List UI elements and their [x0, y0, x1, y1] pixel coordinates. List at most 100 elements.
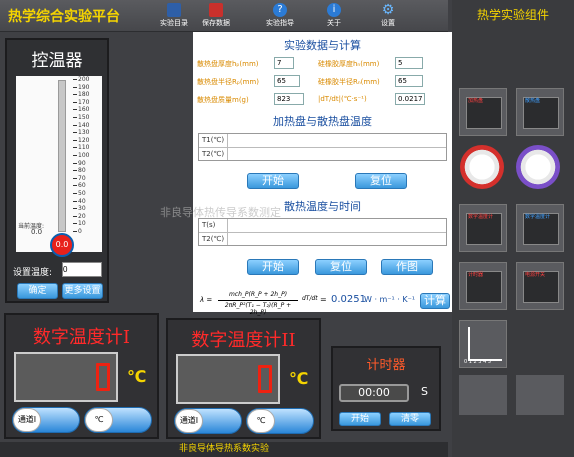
cooling-disk-component[interactable]: 散热盘: [516, 88, 564, 136]
divider: [227, 134, 228, 160]
gear-icon: ⚙: [381, 2, 395, 18]
thermometer-2-unit: ℃: [289, 369, 309, 388]
toolbar-label: 保存数据: [202, 19, 230, 27]
set-temp-input[interactable]: [62, 262, 102, 277]
timer-start-button[interactable]: 开始: [339, 412, 381, 426]
thermometer-ticks: 200 190 180 170 160 150 140 130 120 110 100 90 80 70 6…: [73, 77, 103, 235]
field-label: |dT/dt|(℃·s⁻¹): [318, 95, 367, 103]
calculate-button[interactable]: 计算: [420, 293, 450, 309]
timer-panel: 计时器 00:00 S 开始 清零: [331, 346, 441, 431]
scale-tick: 90: [73, 160, 86, 167]
cooling-rate-input[interactable]: 0.0217: [395, 93, 425, 105]
cooling-data-table: T(s) T2(℃): [198, 218, 447, 246]
scale-tick: 130: [73, 130, 89, 136]
thermometer-bulb: 0.0: [50, 233, 74, 257]
timer-title: 计时器: [366, 358, 406, 373]
thermometer-1-display: [14, 352, 118, 402]
field-label: 硅橡胶厚度hₙ(mm): [318, 60, 380, 68]
rubber-radius-input[interactable]: 65: [395, 75, 423, 87]
scale-tick: 80: [73, 168, 86, 174]
scale-tick: 200: [73, 77, 89, 83]
save-icon: [209, 3, 223, 17]
app-title: 热学综合实验平台: [8, 9, 120, 25]
formula-denominator: 2πR_P²(T₁ − T₂)(R_P + 2h_P): [224, 302, 292, 316]
cooling-start-button[interactable]: 开始: [247, 259, 299, 275]
help-icon: ?: [273, 3, 287, 17]
status-bar: 非良导体导热系数实验: [0, 442, 448, 457]
temp-start-button[interactable]: 开始: [247, 173, 299, 189]
thermometer-1-panel: 数字温度计I ℃ 通道I ℃: [4, 313, 159, 439]
digit-segment: [96, 363, 110, 391]
more-settings-button[interactable]: 更多设置: [62, 283, 103, 299]
disk-radius-input[interactable]: 65: [274, 75, 300, 87]
toolbar-about-button[interactable]: i 关于: [312, 2, 356, 28]
watermark: 非良导体热传导系数测定: [160, 206, 281, 219]
scale-tick: 150: [73, 115, 89, 121]
thermostat-panel: 控温器 200 190 180 170 160 150 140 130 120 110 100 90 8…: [5, 38, 109, 303]
field-label: 硅橡胶半径Rₙ(mm): [318, 78, 380, 86]
timer-unit: S: [421, 385, 428, 398]
result-value: 0.0251: [331, 294, 366, 305]
toolbar-label: 实验目录: [160, 19, 188, 27]
switch-module-component[interactable]: 电源开关: [516, 262, 564, 310]
divider: [227, 219, 228, 245]
thermometer-2-title: 数字温度计II: [191, 330, 296, 351]
plot-button[interactable]: 作图: [381, 259, 433, 275]
disk-mass-input[interactable]: 823: [274, 93, 304, 105]
scale-tick: 20: [73, 213, 86, 220]
component-label: 数字温度计: [525, 214, 551, 220]
thermometer-1-title: 数字温度计I: [32, 327, 131, 348]
toolbar-catalog-button[interactable]: 实验目录: [152, 2, 196, 28]
thermometer-module-component[interactable]: 数字温度计: [459, 204, 507, 252]
rubber-thickness-input[interactable]: 5: [395, 57, 423, 69]
divider: [199, 232, 446, 233]
unit-knob: ℃: [85, 408, 113, 432]
scale-tick: 180: [73, 92, 89, 98]
cooling-reset-button[interactable]: 复位: [315, 259, 367, 275]
field-label: 散热盘质量m(g): [197, 96, 249, 104]
component-label: 0 1 2 3 4 5: [464, 359, 492, 365]
equals-sign: =: [320, 295, 327, 304]
heater-disk-component[interactable]: 加热盘: [459, 88, 507, 136]
temp-section-heading: 加热盘与散热盘温度: [273, 115, 372, 128]
timer-module-component[interactable]: 计时器: [459, 262, 507, 310]
red-gauge-icon[interactable]: [460, 145, 504, 189]
chart-module-component[interactable]: 0 1 2 3 4 5: [459, 320, 507, 368]
thermometer-2-panel: 数字温度计II ℃ 通道I ℃: [166, 318, 321, 439]
purple-gauge-icon[interactable]: [516, 145, 560, 189]
toolbar-label: 实验指导: [266, 19, 294, 27]
unit-knob: ℃: [247, 409, 275, 433]
result-unit: W · m⁻¹ · K⁻¹: [364, 295, 416, 304]
scale-tick: 110: [73, 145, 89, 151]
thermostat-title: 控温器: [31, 51, 83, 71]
empty-slot: [459, 375, 507, 415]
thermometer-module2-component[interactable]: 数字温度计: [516, 204, 564, 252]
thermometer-2-unit-toggle[interactable]: ℃: [246, 408, 314, 434]
chart-module-icon: [468, 327, 470, 361]
experiment-panel: 实验数据与计算 散热盘厚度hₚ(mm) 7 硅橡胶厚度hₙ(mm) 5 散热盘半…: [193, 32, 452, 312]
confirm-button[interactable]: 确定: [17, 283, 58, 299]
disk-thickness-input[interactable]: 7: [274, 57, 294, 69]
toolbar-settings-button[interactable]: ⚙ 设置: [366, 2, 410, 28]
thermometer-2-channel-toggle[interactable]: 通道I: [174, 408, 242, 434]
fraction-line: [218, 300, 298, 301]
scale-tick: 170: [73, 99, 89, 106]
component-label: 数字温度计: [468, 214, 494, 220]
scale-tick: 190: [73, 84, 89, 91]
thermometer-2-display: [176, 354, 280, 404]
component-label: 电源开关: [525, 272, 546, 278]
timer-clear-button[interactable]: 清零: [389, 412, 431, 426]
toolbar-guide-button[interactable]: ? 实验指导: [258, 2, 302, 28]
channel-knob: 通道I: [175, 409, 203, 433]
thermometer-1-unit-toggle[interactable]: ℃: [84, 407, 152, 433]
thermometer-tube: [58, 80, 66, 232]
component-label: 散热盘: [525, 98, 541, 104]
toolbar-save-button[interactable]: 保存数据: [194, 2, 238, 28]
book-icon: [167, 3, 181, 17]
temp-reset-button[interactable]: 复位: [355, 173, 407, 189]
temp-data-table: T1(℃) T2(℃): [198, 133, 447, 161]
scale-tick: 40: [73, 198, 86, 205]
thermometer-1-channel-toggle[interactable]: 通道I: [12, 407, 80, 433]
info-icon: i: [327, 3, 341, 17]
scale-tick: 30: [73, 206, 86, 212]
